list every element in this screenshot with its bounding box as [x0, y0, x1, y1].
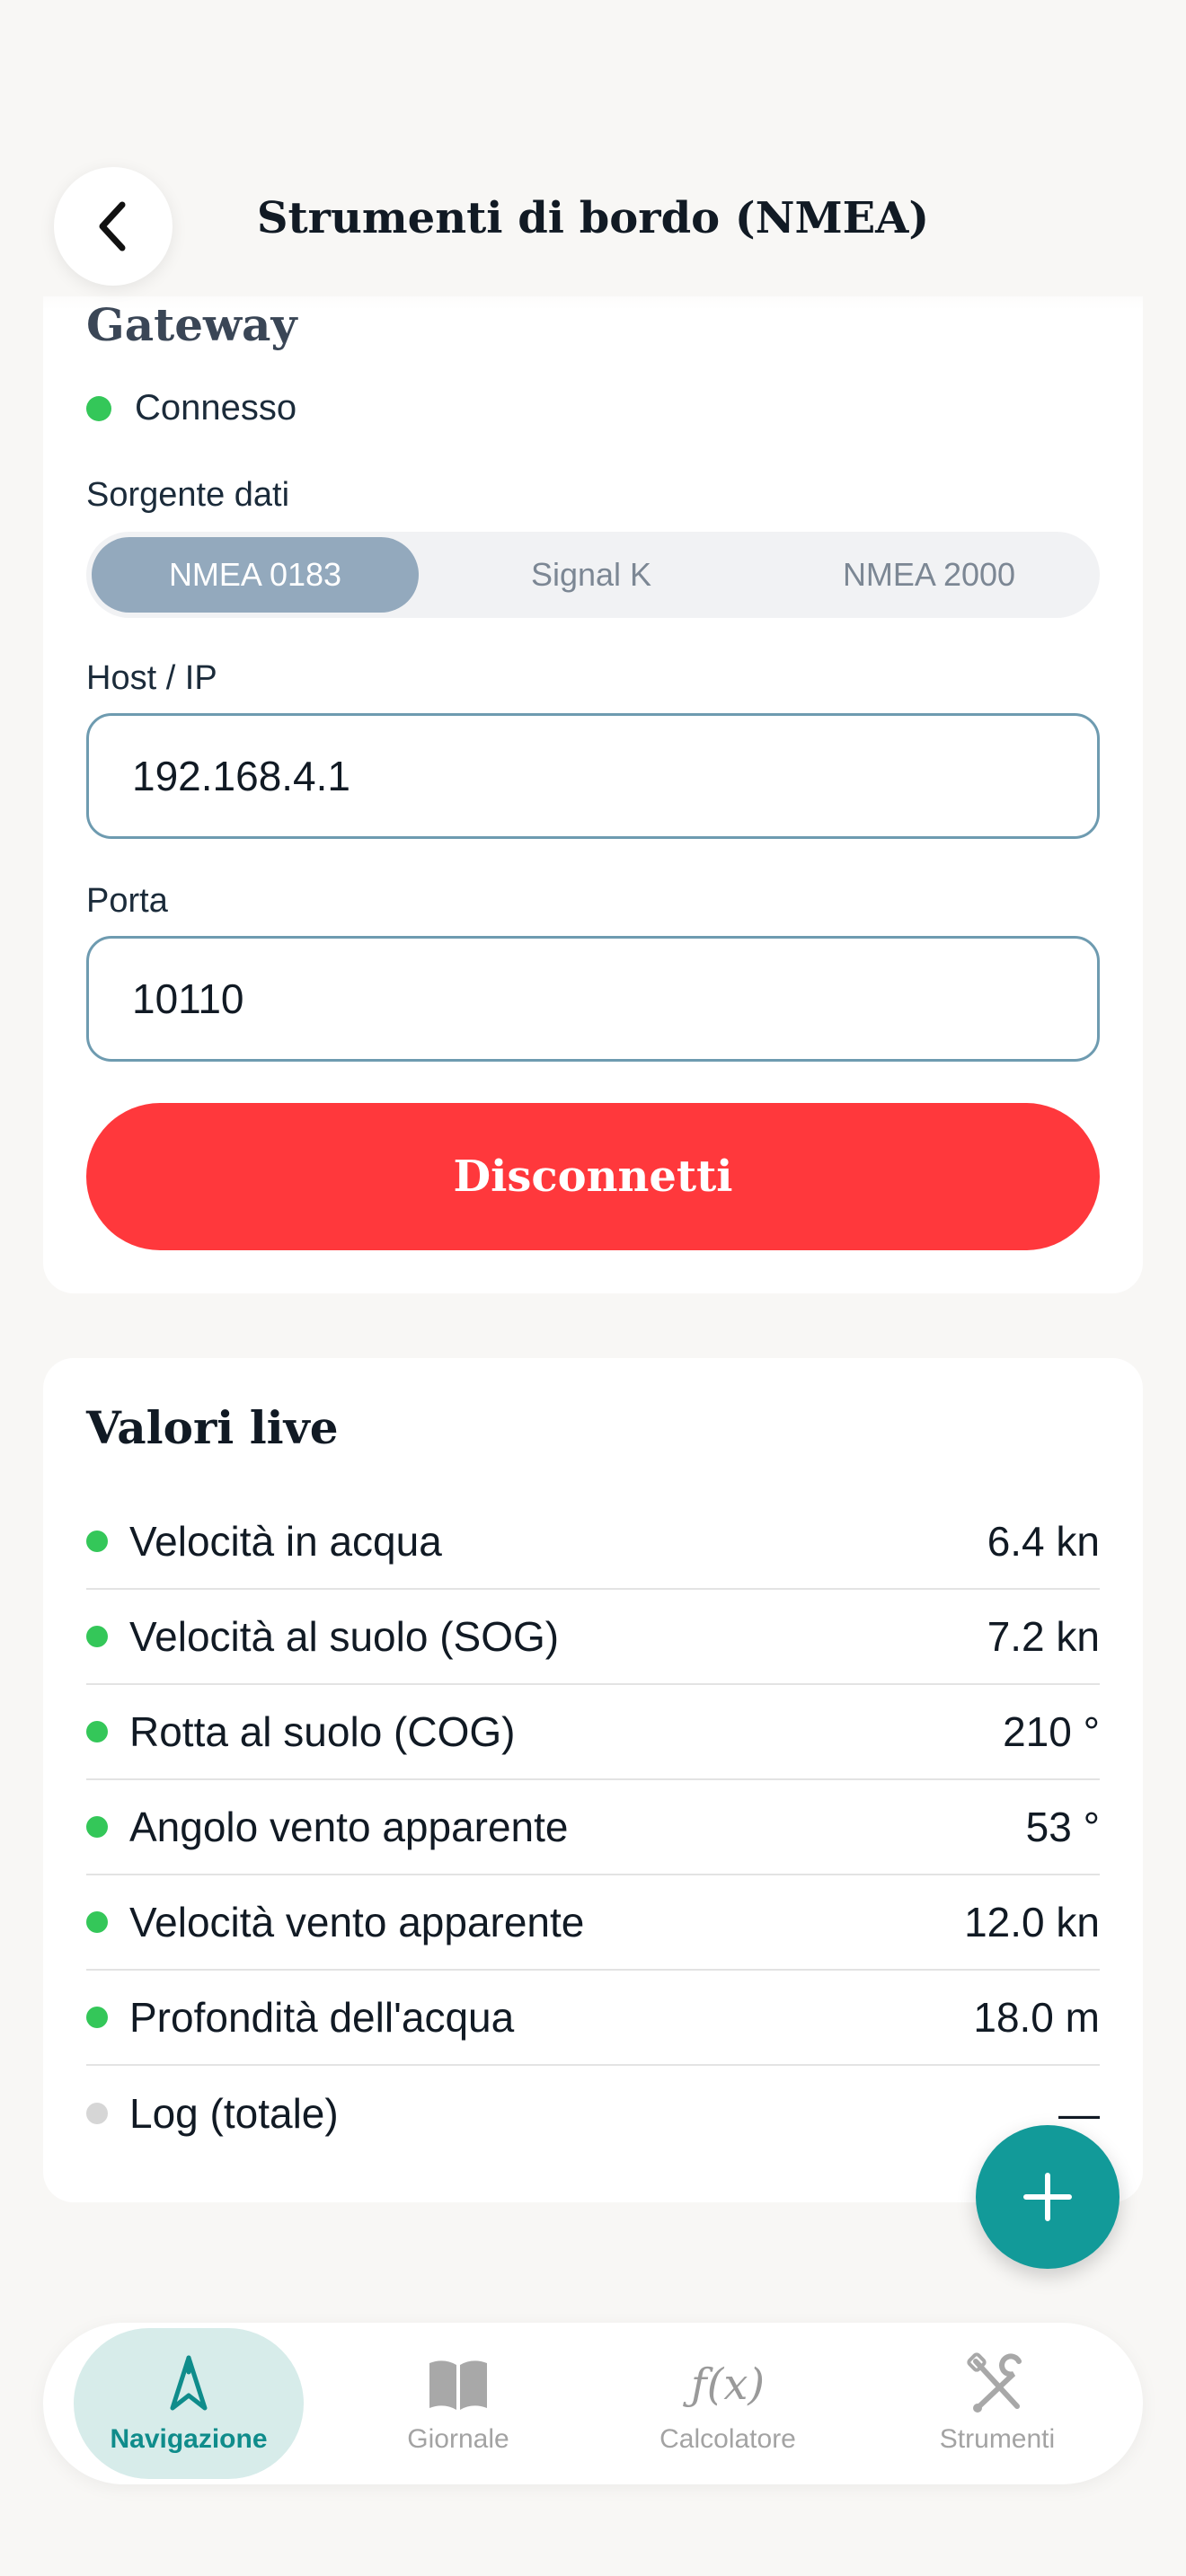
segment-nmea-0183[interactable]: NMEA 0183: [92, 537, 419, 613]
live-value: 53 °: [1025, 1804, 1100, 1850]
wifi-icon: [918, 68, 970, 108]
nav-label: Navigazione: [110, 2424, 268, 2454]
live-value: 6.4 kn: [987, 1518, 1100, 1565]
live-label: Profondità dell'acqua: [129, 1994, 515, 2041]
add-button[interactable]: [976, 2125, 1120, 2269]
back-button[interactable]: [54, 167, 173, 286]
live-label: Rotta al suolo (COG): [129, 1708, 516, 1755]
nav-item-navigazione[interactable]: Navigazione: [74, 2328, 304, 2479]
nav-label: Strumenti: [939, 2424, 1056, 2454]
status-time: 17:50: [162, 56, 327, 114]
status-dot: [86, 1816, 108, 1838]
port-label: Porta: [86, 882, 168, 920]
live-label: Velocità vento apparente: [129, 1899, 585, 1945]
live-values-title: Valori live: [86, 1401, 339, 1454]
gateway-title: Gateway: [86, 298, 297, 351]
tools-icon: [967, 2352, 1022, 2413]
chevron-left-icon: [99, 201, 126, 251]
live-label: Velocità al suolo (SOG): [129, 1613, 560, 1660]
nav-label: Calcolatore: [659, 2424, 796, 2454]
source-label: Sorgente dati: [86, 476, 290, 514]
function-icon: ƒ(x): [690, 2360, 766, 2410]
live-value: 7.2 kn: [987, 1613, 1100, 1660]
segment-nmea-2000[interactable]: NMEA 2000: [764, 537, 1094, 613]
status-dot: [86, 1626, 108, 1647]
live-label: Velocità in acqua: [129, 1518, 442, 1565]
nav-label: Giornale: [407, 2424, 509, 2454]
segment-signal-k[interactable]: Signal K: [419, 537, 764, 613]
list-item: Velocità vento apparente 12.0 kn: [86, 1875, 1100, 1971]
status-dot: [86, 1721, 108, 1742]
port-input[interactable]: 10110: [86, 936, 1100, 1062]
nav-item-calcolatore[interactable]: ƒ(x) Calcolatore: [613, 2328, 843, 2479]
status-dot: [86, 1531, 108, 1552]
status-dot: [86, 1911, 108, 1933]
list-item: Velocità al suolo (SOG) 7.2 kn: [86, 1590, 1100, 1685]
host-label: Host / IP: [86, 659, 217, 697]
nav-item-giornale[interactable]: Giornale: [343, 2328, 573, 2479]
live-value: 210 °: [1003, 1708, 1100, 1755]
live-label: Log (totale): [129, 2090, 339, 2137]
live-value: 18.0 m: [973, 1994, 1100, 2041]
host-input[interactable]: 192.168.4.1: [86, 713, 1100, 839]
live-label: Angolo vento apparente: [129, 1804, 569, 1850]
list-item: Angolo vento apparente 53 °: [86, 1780, 1100, 1875]
list-item: Log (totale) —: [86, 2066, 1100, 2161]
list-item: Velocità in acqua 6.4 kn: [86, 1495, 1100, 1590]
battery-icon: [992, 66, 1076, 108]
source-segmented-control[interactable]: NMEA 0183 Signal K NMEA 2000: [86, 532, 1100, 618]
navigation-arrow-icon: [170, 2355, 208, 2411]
status-bar: 17:50: [0, 0, 1186, 171]
list-item: Rotta al suolo (COG) 210 °: [86, 1685, 1100, 1780]
plus-icon: [1023, 2173, 1072, 2221]
nav-item-strumenti[interactable]: Strumenti: [882, 2328, 1112, 2479]
connection-status-label: Connesso: [135, 388, 297, 428]
connection-status: Connesso: [86, 388, 296, 428]
live-value: 12.0 kn: [964, 1899, 1100, 1945]
cellular-signal-icon: [839, 93, 911, 106]
disconnect-button[interactable]: Disconnetti: [86, 1103, 1100, 1250]
live-values-list: Velocità in acqua 6.4 kn Velocità al suo…: [86, 1495, 1100, 2161]
list-item: Profondità dell'acqua 18.0 m: [86, 1971, 1100, 2066]
status-dot: [86, 395, 111, 421]
status-dot-inactive: [86, 2103, 108, 2124]
status-dot: [86, 2007, 108, 2028]
book-icon: [429, 2360, 487, 2410]
page-title: Strumenti di bordo (NMEA): [256, 193, 930, 243]
